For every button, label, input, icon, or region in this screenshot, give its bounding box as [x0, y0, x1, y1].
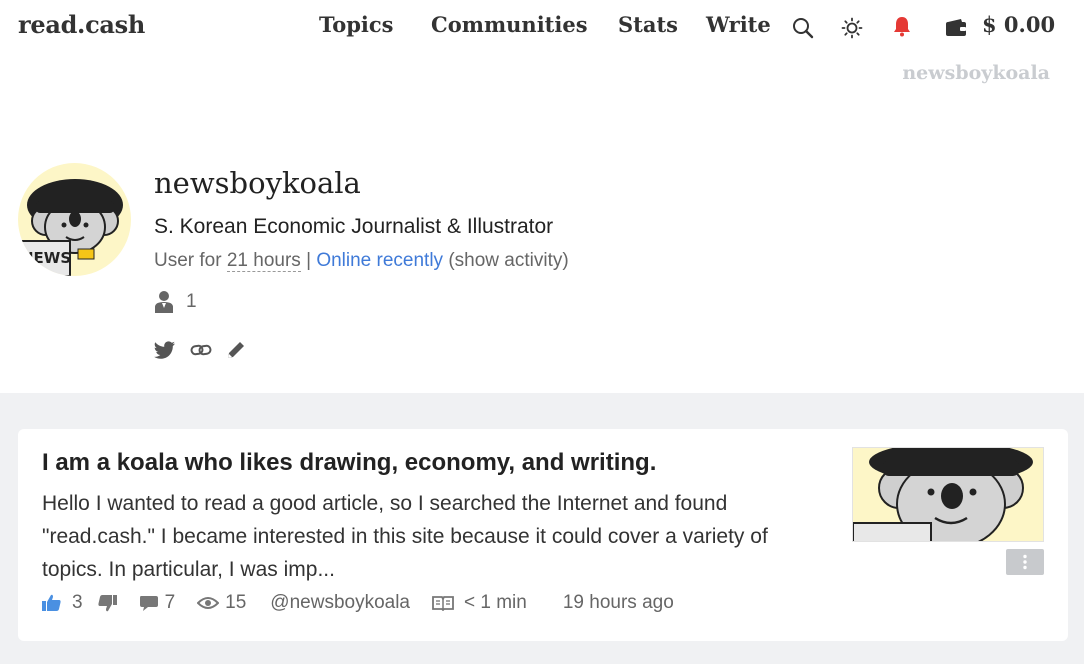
avatar: NEWS	[18, 163, 131, 276]
nav-write-link[interactable]: Write	[706, 12, 771, 37]
article-card[interactable]: I am a koala who likes drawing, economy,…	[18, 429, 1068, 641]
articles-feed: I am a koala who likes drawing, economy,…	[0, 393, 1084, 664]
nav-stats-link[interactable]: Stats	[618, 12, 678, 37]
show-activity-link[interactable]: (show activity)	[443, 250, 568, 271]
author-link[interactable]: @newsboykoala	[270, 592, 410, 614]
profile-section: NEWS newsboykoala S. Korean Economic Jou…	[0, 100, 1084, 393]
profile-links	[154, 340, 246, 365]
top-bar: read.cash Topics Communities Stats Write…	[0, 0, 1084, 56]
views-stat: 15	[197, 592, 246, 614]
nav-topics-link[interactable]: Topics	[319, 12, 394, 37]
downvote-button[interactable]	[97, 594, 117, 612]
twitter-icon[interactable]	[154, 341, 176, 364]
nav-communities-link[interactable]: Communities	[431, 12, 588, 37]
comments-link[interactable]: 7	[139, 592, 176, 614]
site-logo[interactable]: read.cash	[18, 10, 145, 39]
profile-name: newsboykoala	[154, 166, 361, 200]
current-username[interactable]: newsboykoala	[902, 62, 1050, 84]
bell-icon[interactable]	[890, 14, 914, 38]
avatar-news-text: NEWS	[21, 249, 71, 267]
search-icon[interactable]	[791, 16, 815, 40]
user-for-value: 21 hours	[226, 250, 301, 272]
followers-count[interactable]: 1	[154, 290, 197, 314]
user-for-label: User for	[154, 250, 227, 271]
profile-bio: S. Korean Economic Journalist & Illustra…	[154, 215, 554, 238]
comment-icon	[139, 596, 158, 611]
more-vertical-icon	[1023, 554, 1027, 570]
article-title[interactable]: I am a koala who likes drawing, economy,…	[42, 449, 656, 477]
article-excerpt[interactable]: Hello I wanted to read a good article, s…	[42, 487, 832, 586]
wallet-balance[interactable]: $ 0.00	[982, 12, 1055, 37]
followers-number: 1	[186, 291, 197, 312]
read-time: < 1 min	[432, 592, 527, 614]
eye-icon	[197, 597, 220, 609]
upvote-count: 3	[72, 592, 83, 613]
comment-count: 7	[164, 592, 176, 613]
profile-meta: User for 21 hours | Online recently (sho…	[154, 250, 569, 272]
meta-separator: |	[300, 250, 317, 271]
wallet-icon[interactable]	[944, 16, 968, 40]
link-icon[interactable]	[190, 341, 212, 364]
thumbs-up-icon	[42, 594, 61, 611]
user-icon	[155, 291, 173, 313]
book-icon	[432, 596, 454, 611]
article-thumbnail[interactable]	[852, 447, 1044, 542]
edit-pencil-icon[interactable]	[226, 340, 246, 365]
sun-icon[interactable]	[840, 16, 864, 40]
view-count: 15	[225, 592, 247, 613]
upvote-button[interactable]: 3	[42, 592, 83, 614]
article-stats: 3 7 15 @newsboykoala < 1 min 19 hours ag…	[42, 592, 674, 614]
read-time-value: < 1 min	[464, 592, 527, 613]
thumbs-down-icon	[97, 595, 117, 612]
article-menu-button[interactable]	[1006, 549, 1044, 575]
posted-time[interactable]: 19 hours ago	[563, 592, 674, 614]
online-status-link[interactable]: Online recently	[316, 250, 443, 271]
